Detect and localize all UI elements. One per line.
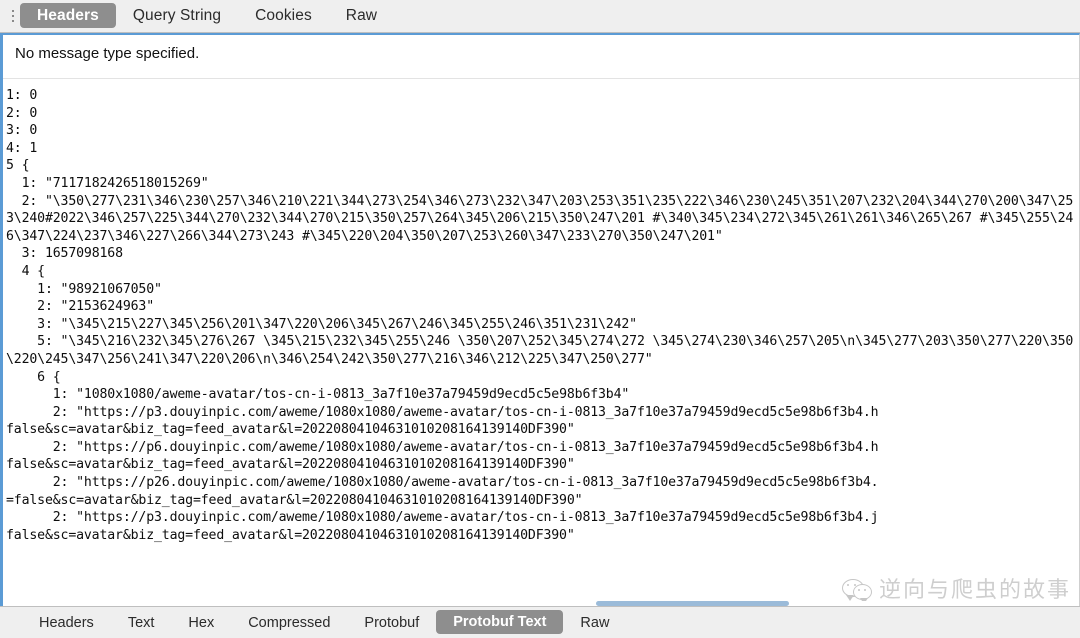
- bottom-tab-bar: Headers Text Hex Compressed Protobuf Pro…: [0, 606, 1080, 638]
- content-panel: No message type specified. 1: 0 2: 0 3: …: [0, 33, 1080, 606]
- message-type-notice: No message type specified.: [3, 35, 1079, 79]
- tab-headers-top[interactable]: Headers: [20, 3, 116, 28]
- tab-text[interactable]: Text: [111, 607, 172, 638]
- tab-headers-bottom-label: Headers: [39, 614, 94, 631]
- protobuf-text-scroll-area[interactable]: 1: 0 2: 0 3: 0 4: 1 5 { 1: "711718242651…: [3, 79, 1079, 606]
- tab-raw-bottom-label: Raw: [580, 614, 610, 631]
- tab-headers-bottom[interactable]: Headers: [22, 607, 111, 638]
- tab-text-label: Text: [127, 614, 155, 631]
- tab-query-string-label: Query String: [132, 7, 222, 24]
- tab-query-string[interactable]: Query String: [116, 0, 238, 32]
- top-tab-bar: Headers Query String Cookies Raw: [0, 0, 1080, 33]
- tab-raw-bottom[interactable]: Raw: [563, 607, 626, 638]
- horizontal-scrollbar[interactable]: [6, 601, 1078, 606]
- protobuf-text-content: 1: 0 2: 0 3: 0 4: 1 5 { 1: "711718242651…: [6, 88, 1074, 543]
- tab-raw-top[interactable]: Raw: [329, 0, 394, 32]
- horizontal-scrollbar-thumb[interactable]: [595, 601, 789, 606]
- tab-compressed[interactable]: Compressed: [231, 607, 347, 638]
- drag-grip-icon[interactable]: [10, 0, 20, 32]
- tab-protobuf-text[interactable]: Protobuf Text: [436, 610, 564, 634]
- tab-hex-label: Hex: [188, 614, 215, 631]
- tab-protobuf-label: Protobuf: [364, 614, 420, 631]
- tab-cookies-label: Cookies: [255, 7, 312, 24]
- tab-protobuf[interactable]: Protobuf: [347, 607, 436, 638]
- tab-protobuf-text-label: Protobuf Text: [453, 614, 547, 630]
- tab-compressed-label: Compressed: [248, 614, 331, 631]
- tab-hex[interactable]: Hex: [171, 607, 231, 638]
- tab-cookies[interactable]: Cookies: [238, 0, 329, 32]
- tab-headers-top-label: Headers: [37, 6, 99, 24]
- protobuf-text-viewer-window: Headers Query String Cookies Raw No mess…: [0, 0, 1080, 638]
- tab-raw-top-label: Raw: [345, 7, 378, 24]
